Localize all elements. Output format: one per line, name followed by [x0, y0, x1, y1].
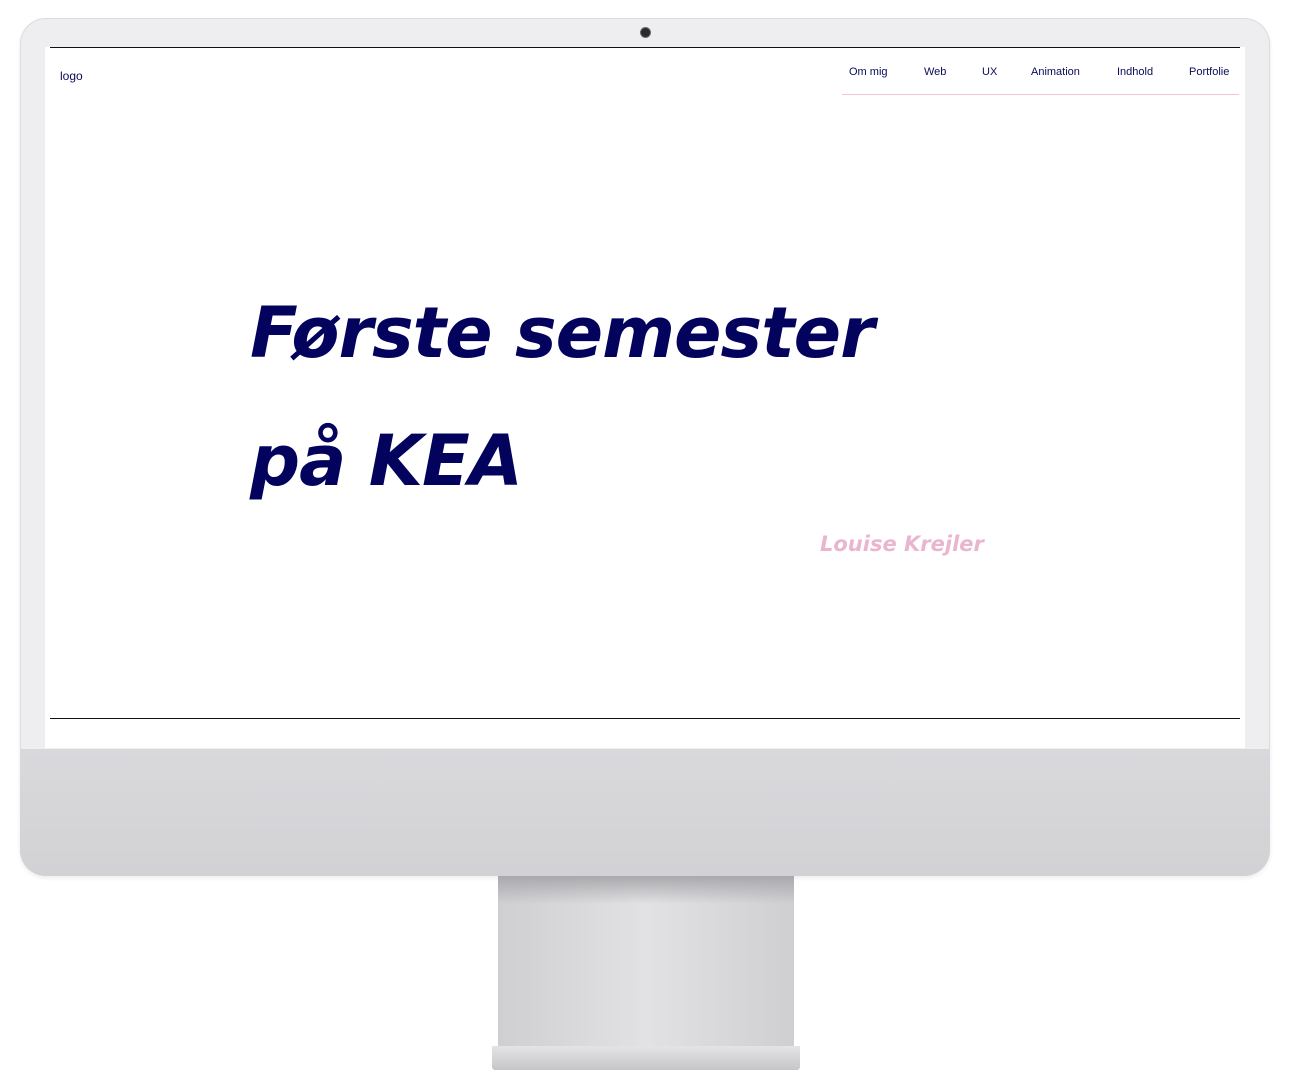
- nav-item-animation[interactable]: Animation: [1031, 66, 1080, 78]
- monitor-frame: logo Om mig Web UX Animation Indhold Por…: [20, 18, 1270, 876]
- main-nav: Om mig Web UX Animation Indhold Portfoli…: [842, 47, 1239, 95]
- stand-shadow: [498, 876, 794, 904]
- nav-item-om-mig[interactable]: Om mig: [849, 66, 888, 78]
- nav-item-web[interactable]: Web: [924, 66, 946, 78]
- monitor-chin: [20, 749, 1270, 876]
- camera-icon: [641, 28, 650, 37]
- monitor-stand: [498, 876, 794, 1048]
- site-logo[interactable]: logo: [60, 69, 83, 83]
- hero-title-line-2: på KEA: [250, 420, 523, 502]
- nav-item-portfolie[interactable]: Portfolie: [1189, 66, 1229, 78]
- author-name: Louise Krejler: [820, 532, 984, 556]
- hero-title-line-1: Første semester: [250, 292, 875, 374]
- nav-item-ux[interactable]: UX: [982, 66, 997, 78]
- monitor-stand-foot: [492, 1046, 800, 1070]
- hero-title: Første semester på KEA: [250, 269, 1070, 525]
- screen-bottom-rule: [50, 718, 1240, 719]
- nav-item-indhold[interactable]: Indhold: [1117, 66, 1153, 78]
- website-screen: logo Om mig Web UX Animation Indhold Por…: [45, 47, 1245, 748]
- mockup-stage: logo Om mig Web UX Animation Indhold Por…: [0, 0, 1290, 1082]
